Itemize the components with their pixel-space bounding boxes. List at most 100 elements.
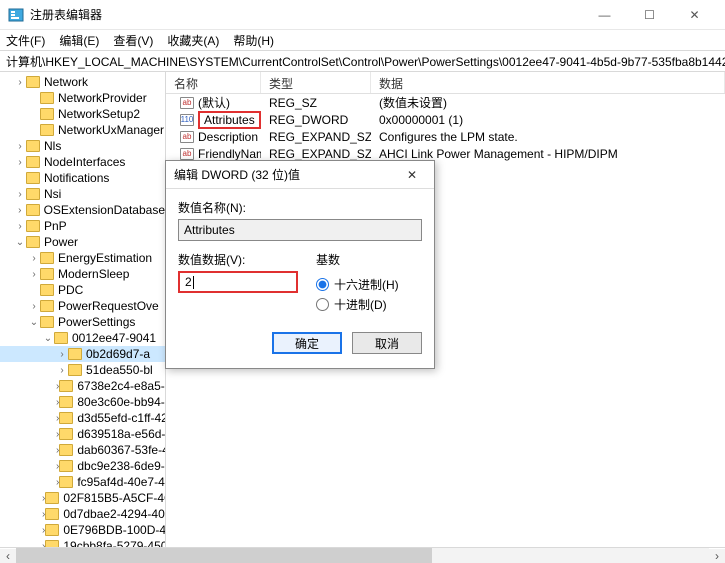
folder-icon bbox=[40, 252, 54, 264]
tree-item[interactable]: ›0E796BDB-100D-47D bbox=[0, 522, 165, 538]
tree-item-label: 6738e2c4-e8a5-4a bbox=[77, 379, 166, 393]
edit-dword-dialog: 编辑 DWORD (32 位)值 ✕ 数值名称(N): Attributes 数… bbox=[165, 160, 435, 369]
tree-item[interactable]: NetworkSetup2 bbox=[0, 106, 165, 122]
folder-icon bbox=[59, 380, 73, 392]
chevron-down-icon[interactable]: ⌄ bbox=[42, 333, 54, 344]
col-header-type[interactable]: 类型 bbox=[261, 72, 371, 93]
dialog-titlebar[interactable]: 编辑 DWORD (32 位)值 ✕ bbox=[166, 161, 434, 189]
chevron-right-icon[interactable]: › bbox=[14, 205, 26, 216]
folder-icon bbox=[26, 76, 40, 88]
menu-view[interactable]: 查看(V) bbox=[113, 32, 153, 49]
menu-file[interactable]: 文件(F) bbox=[6, 32, 45, 49]
tree-item[interactable]: › Network bbox=[0, 74, 165, 90]
chevron-down-icon[interactable]: ⌄ bbox=[28, 317, 40, 328]
chevron-right-icon[interactable]: › bbox=[14, 189, 26, 200]
chevron-right-icon[interactable]: › bbox=[14, 157, 26, 168]
tree-item[interactable]: Notifications bbox=[0, 170, 165, 186]
tree-item-label: dbc9e238-6de9-49 bbox=[77, 459, 166, 473]
tree-item[interactable]: ›Nls bbox=[0, 138, 165, 154]
dword-value-icon: 110 bbox=[180, 114, 194, 126]
folder-icon bbox=[59, 428, 73, 440]
tree-item-label: EnergyEstimation bbox=[58, 251, 152, 265]
chevron-right-icon[interactable]: › bbox=[14, 77, 26, 88]
scroll-left-icon[interactable]: ‹ bbox=[0, 549, 16, 563]
tree-item[interactable]: ›Nsi bbox=[0, 186, 165, 202]
chevron-right-icon[interactable]: › bbox=[14, 221, 26, 232]
tree-item[interactable]: › 51dea550-bl bbox=[0, 362, 165, 378]
tree-item[interactable]: ›NodeInterfaces bbox=[0, 154, 165, 170]
tree-item[interactable]: PDC bbox=[0, 282, 165, 298]
folder-icon bbox=[59, 412, 73, 424]
chevron-down-icon[interactable]: ⌄ bbox=[14, 237, 26, 248]
chevron-right-icon[interactable]: › bbox=[56, 349, 68, 360]
tree-item[interactable]: ›0b2d69d7-a bbox=[0, 346, 165, 362]
tree-item[interactable]: ›d639518a-e56d-43 bbox=[0, 426, 165, 442]
tree-item[interactable]: ›d3d55efd-c1ff-424 bbox=[0, 410, 165, 426]
chevron-right-icon[interactable]: › bbox=[28, 269, 40, 280]
tree-item[interactable]: NetworkUxManager bbox=[0, 122, 165, 138]
tree-item[interactable]: ›fc95af4d-40e7-4b bbox=[0, 474, 165, 490]
list-row[interactable]: abDescriptionREG_EXPAND_SZConfigures the… bbox=[166, 128, 725, 145]
tree-item-label: Power bbox=[44, 235, 78, 249]
tree-item[interactable]: ›80e3c60e-bb94-4a bbox=[0, 394, 165, 410]
scroll-track[interactable] bbox=[16, 548, 709, 563]
tree-view[interactable]: › Network NetworkProviderNetworkSetup2Netw… bbox=[0, 72, 166, 547]
radio-hex[interactable] bbox=[316, 278, 329, 291]
tree-item[interactable]: ⌄PowerSettings bbox=[0, 314, 165, 330]
tree-item-label: Network bbox=[44, 75, 88, 89]
tree-item[interactable]: ›PowerRequestOve bbox=[0, 298, 165, 314]
tree-item[interactable]: ›OSExtensionDatabase bbox=[0, 202, 165, 218]
chevron-right-icon[interactable]: › bbox=[56, 365, 68, 376]
tree-item[interactable]: NetworkProvider bbox=[0, 90, 165, 106]
folder-icon bbox=[26, 156, 40, 168]
cancel-button[interactable]: 取消 bbox=[352, 332, 422, 354]
tree-item[interactable]: ›PnP bbox=[0, 218, 165, 234]
folder-icon bbox=[40, 300, 54, 312]
chevron-right-icon[interactable]: › bbox=[28, 301, 40, 312]
tree-item[interactable]: ›19cbb8fa-5279-450e bbox=[0, 538, 165, 547]
minimize-button[interactable]: — bbox=[582, 0, 627, 30]
col-header-data[interactable]: 数据 bbox=[371, 72, 725, 93]
folder-icon bbox=[26, 188, 40, 200]
folder-icon bbox=[59, 476, 73, 488]
scroll-right-icon[interactable]: › bbox=[709, 549, 725, 563]
tree-item[interactable]: ›6738e2c4-e8a5-4a bbox=[0, 378, 165, 394]
menu-favorites[interactable]: 收藏夹(A) bbox=[167, 32, 219, 49]
tree-item[interactable]: ›dab60367-53fe-4fl bbox=[0, 442, 165, 458]
tree-item-label: 51dea550-bl bbox=[86, 363, 153, 377]
chevron-right-icon[interactable]: › bbox=[28, 253, 40, 264]
folder-icon bbox=[68, 348, 82, 360]
tree-item-label: fc95af4d-40e7-4b bbox=[77, 475, 166, 489]
list-row[interactable]: 110AttributesREG_DWORD0x00000001 (1) bbox=[166, 111, 725, 128]
scroll-thumb[interactable] bbox=[16, 548, 432, 563]
tree-item[interactable]: ›0d7dbae2-4294-402a bbox=[0, 506, 165, 522]
tree-item[interactable]: ›dbc9e238-6de9-49 bbox=[0, 458, 165, 474]
address-bar[interactable]: 计算机\HKEY_LOCAL_MACHINE\SYSTEM\CurrentCon… bbox=[0, 50, 725, 72]
maximize-button[interactable]: ☐ bbox=[627, 0, 672, 30]
col-header-name[interactable]: 名称 bbox=[166, 72, 261, 93]
menu-edit[interactable]: 编辑(E) bbox=[59, 32, 99, 49]
dialog-close-button[interactable]: ✕ bbox=[398, 168, 426, 182]
menu-help[interactable]: 帮助(H) bbox=[233, 32, 274, 49]
tree-item[interactable]: ›ModernSleep bbox=[0, 266, 165, 282]
radio-dec[interactable] bbox=[316, 298, 329, 311]
folder-icon bbox=[26, 220, 40, 232]
tree-item[interactable]: ›02F815B5-A5CF-4C84 bbox=[0, 490, 165, 506]
tree-item[interactable]: ⌄0012ee47-9041 bbox=[0, 330, 165, 346]
tree-item-label: 0E796BDB-100D-47D bbox=[63, 523, 166, 537]
close-button[interactable]: ✕ bbox=[672, 0, 717, 30]
tree-item-label: NetworkProvider bbox=[58, 91, 147, 105]
menu-bar: 文件(F) 编辑(E) 查看(V) 收藏夹(A) 帮助(H) bbox=[0, 30, 725, 50]
tree-item[interactable]: › EnergyEstimation bbox=[0, 250, 165, 266]
folder-icon bbox=[40, 108, 54, 120]
chevron-right-icon[interactable]: › bbox=[14, 141, 26, 152]
dialog-title: 编辑 DWORD (32 位)值 bbox=[174, 166, 398, 183]
horizontal-scrollbar[interactable]: ‹ › bbox=[0, 547, 725, 563]
tree-item-label: dab60367-53fe-4fl bbox=[77, 443, 166, 457]
folder-icon bbox=[45, 492, 59, 504]
value-data-field[interactable]: 2 bbox=[178, 271, 298, 293]
folder-icon bbox=[59, 396, 73, 408]
ok-button[interactable]: 确定 bbox=[272, 332, 342, 354]
list-row[interactable]: ab(默认)REG_SZ(数值未设置) bbox=[166, 94, 725, 111]
tree-item[interactable]: ⌄ Power bbox=[0, 234, 165, 250]
